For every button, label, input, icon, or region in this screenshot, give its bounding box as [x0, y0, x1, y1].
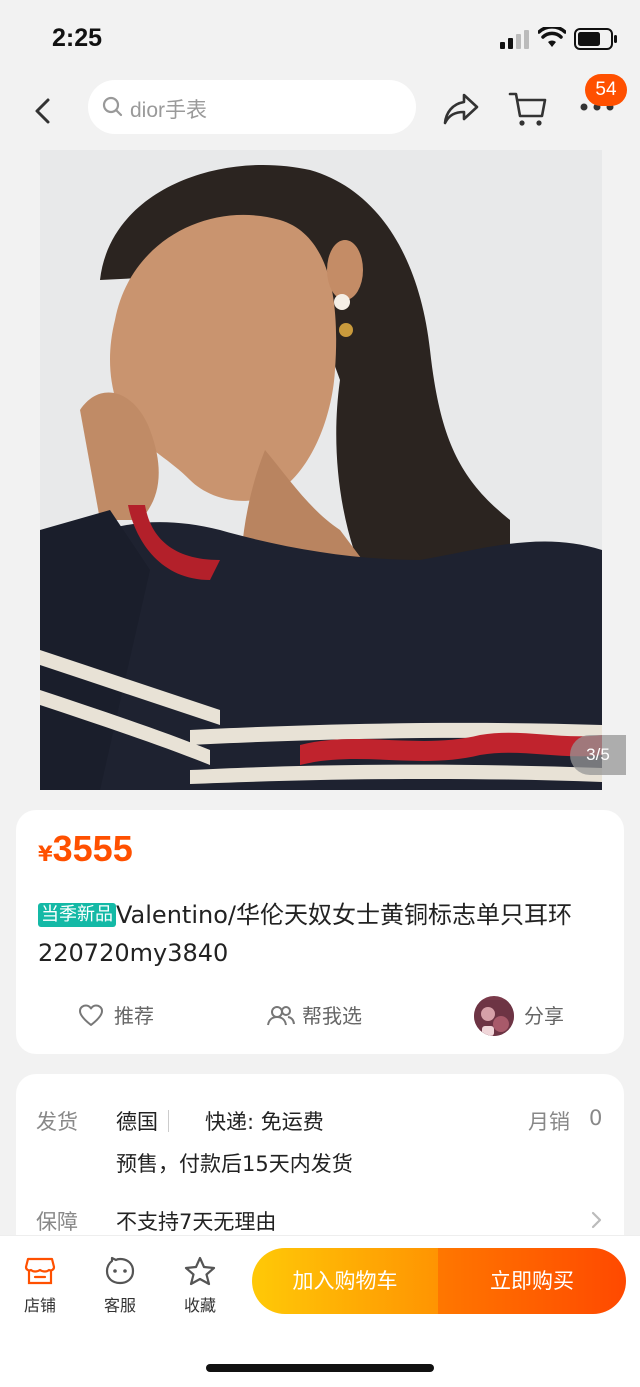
notification-badge: 54 [585, 74, 627, 106]
gallery-page-indicator: 3/5 [570, 735, 626, 775]
cart-icon[interactable] [508, 90, 548, 128]
ship-note: 预售，付款后15天内发货 [116, 1152, 353, 1176]
status-time: 2:25 [52, 24, 103, 52]
home-indicator [206, 1364, 434, 1372]
purchase-buttons: 加入购物车 立即购买 [252, 1248, 626, 1314]
search-icon [102, 96, 123, 117]
product-title-block: 当季新品 Valentino/华伦天奴女士黄铜标志单只耳环 220720my384… [38, 896, 604, 972]
share-icon[interactable] [442, 92, 480, 126]
heart-icon [79, 1004, 103, 1026]
product-info-card: ¥3555 当季新品 Valentino/华伦天奴女士黄铜标志单只耳环 22072… [16, 810, 624, 1054]
top-nav: dior手表 54 [0, 74, 640, 150]
cellular-signal-icon [500, 30, 529, 49]
recommend-label: 推荐 [114, 1004, 154, 1028]
customer-service-icon [105, 1256, 135, 1285]
help-choose-label: 帮我选 [302, 1004, 362, 1028]
price-row: ¥3555 [38, 828, 133, 870]
users-icon [267, 1006, 295, 1026]
search-input[interactable]: dior手表 [88, 80, 416, 134]
monthly-sales-label: 月销 [528, 1110, 570, 1134]
search-placeholder: dior手表 [130, 99, 208, 122]
product-title: Valentino/华伦天奴女士黄铜标志单只耳环 220720my3840 [38, 901, 572, 967]
chevron-right-icon[interactable] [590, 1210, 604, 1230]
customer-service-tab[interactable]: 客服 [90, 1256, 150, 1316]
ship-origin: 德国 [116, 1110, 158, 1134]
share-avatar [474, 996, 514, 1036]
product-photo[interactable] [40, 150, 602, 790]
shop-icon [24, 1257, 56, 1285]
shop-label: 店铺 [23, 1296, 56, 1315]
star-icon [184, 1256, 216, 1286]
ship-express: 快递: 免运费 [205, 1110, 324, 1134]
favorite-label: 收藏 [183, 1296, 216, 1315]
currency-symbol: ¥ [38, 842, 53, 866]
shop-tab[interactable]: 店铺 [10, 1256, 70, 1316]
season-new-tag: 当季新品 [38, 903, 116, 927]
product-photo-illustration [40, 150, 602, 790]
customer-service-label: 客服 [103, 1296, 136, 1315]
ship-divider [168, 1110, 169, 1132]
recommend-button[interactable]: 推荐 [78, 1000, 188, 1032]
favorite-tab[interactable]: 收藏 [170, 1256, 230, 1316]
guarantee-label: 保障 [36, 1210, 78, 1234]
back-arrow-icon[interactable] [30, 96, 60, 126]
product-gallery[interactable]: 3/5 [0, 150, 640, 790]
battery-icon [574, 28, 617, 50]
add-to-cart-button[interactable]: 加入购物车 [252, 1248, 438, 1314]
buy-now-button[interactable]: 立即购买 [438, 1248, 626, 1314]
product-price: 3555 [52, 828, 133, 869]
guarantee-value: 不支持7天无理由 [116, 1210, 277, 1234]
ship-label: 发货 [36, 1110, 78, 1134]
wifi-icon [538, 27, 566, 47]
help-choose-button[interactable]: 帮我选 [266, 1000, 406, 1032]
status-bar: 2:25 [0, 0, 640, 78]
monthly-sales-value: 0 [589, 1106, 603, 1130]
share-button[interactable]: 分享 [474, 996, 594, 1036]
share-label: 分享 [524, 1004, 564, 1028]
